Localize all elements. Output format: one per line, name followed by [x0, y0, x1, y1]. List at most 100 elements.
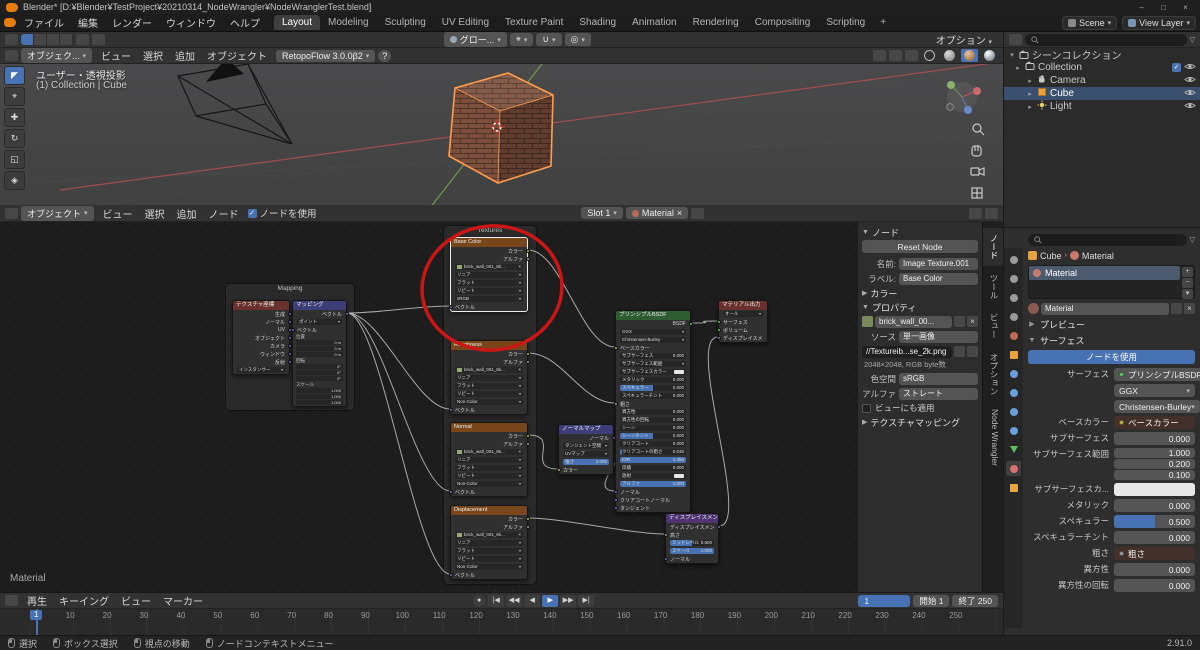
node-title[interactable]: Roughness	[451, 341, 527, 350]
filter-icon[interactable]: ▽	[1190, 36, 1195, 44]
playback-jump-end[interactable]: ▶|	[578, 595, 594, 607]
value-field-スペキュラーチント[interactable]: 0.000	[1114, 531, 1195, 544]
node-color-放射[interactable]: 放射	[616, 472, 690, 480]
input-socket[interactable]	[664, 557, 668, 561]
shader-type-dropdown[interactable]: オブジェクト▾	[21, 206, 94, 221]
node-slider-クリアコートの粗さ[interactable]: クリアコートの粗さ0.030	[616, 448, 690, 456]
node-image-texture-displacement[interactable]: Displacementカラーアルファbrick_wall_001_8k...×…	[450, 505, 528, 580]
material-name-field[interactable]: Material	[1041, 303, 1169, 315]
maximize-button[interactable]: □	[1155, 3, 1172, 12]
timeline-ruler[interactable]: 1102030405060708090100110120130140150160…	[0, 609, 1003, 636]
input-socket[interactable]	[717, 320, 721, 324]
node-title[interactable]: Displacement	[451, 506, 527, 515]
input-socket[interactable]	[449, 490, 453, 494]
value-field[interactable]: 0.100	[1114, 470, 1195, 480]
node-color-サブサーフェスカラー[interactable]: サブサーフェスカラー	[616, 368, 690, 376]
node-dropdown-オール[interactable]: オール▾	[719, 310, 767, 318]
properties-tab-particles[interactable]	[1006, 385, 1021, 400]
navigation-gizmo[interactable]	[947, 81, 981, 114]
node-dropdown-フラット[interactable]: フラット▾	[451, 547, 527, 555]
menu-レンダー[interactable]: レンダー	[105, 18, 159, 31]
colorspace-dropdown[interactable]: sRGB	[899, 373, 978, 385]
playhead-frame-badge[interactable]: 1	[30, 610, 42, 620]
retopoflow-button[interactable]: RetopoFlow 3.0.0β2▾	[276, 50, 375, 62]
input-socket[interactable]	[717, 336, 721, 340]
workspace-tab-modeling[interactable]: Modeling	[320, 15, 377, 30]
value-field-粗さ[interactable]: 粗さ	[1114, 547, 1195, 560]
node-image-texture-base-color[interactable]: Base Colorカラーアルファbrick_wall_001_8k...×リニ…	[450, 237, 528, 312]
node-principled-bsdf[interactable]: プリンシプルBSDFBSDFGGX▾Christensen-Burley▾ベース…	[615, 310, 691, 513]
input-socket[interactable]	[557, 468, 561, 472]
node-dropdown-リニア[interactable]: リニア▾	[451, 539, 527, 547]
sidebar-tab-node-wrangler[interactable]: Node Wrangler	[983, 403, 1003, 472]
tool-settings-icon[interactable]	[5, 34, 18, 45]
properties-section-header[interactable]: ▼プロパティ	[862, 300, 978, 314]
node-dropdown-フラット[interactable]: フラット▾	[451, 279, 527, 287]
select-tool-button[interactable]: ◤	[4, 66, 25, 85]
sidebar-tab-ビュー[interactable]: ビュー	[983, 307, 1003, 345]
minimize-button[interactable]: –	[1133, 3, 1150, 12]
playback-play[interactable]: ▶	[542, 595, 558, 607]
node-slider-強さ[interactable]: 強さ1.000	[559, 458, 613, 466]
editor-type-outliner-icon[interactable]	[1009, 34, 1022, 45]
scene-selector[interactable]: Scene▾	[1062, 16, 1117, 30]
outliner-search[interactable]	[1025, 34, 1187, 46]
menu-編集[interactable]: 編集	[71, 18, 105, 31]
node-dropdown-タンジェント空間[interactable]: タンジェント空間▾	[559, 442, 613, 450]
value-field-スペキュラー[interactable]: 0.500	[1114, 515, 1195, 528]
current-frame-field[interactable]: 1	[858, 595, 910, 607]
visibility-eye-icon[interactable]	[1184, 62, 1196, 74]
use-nodes-button[interactable]: ノードを使用	[1028, 350, 1195, 364]
input-socket[interactable]	[449, 305, 453, 309]
filter-icon[interactable]: ▽	[1190, 236, 1195, 244]
playback-prev-frame[interactable]: ◀	[524, 595, 540, 607]
help-button[interactable]: ?	[378, 50, 391, 62]
frame-start-field[interactable]: 開始 1	[913, 595, 949, 607]
node-dropdown-sRGB[interactable]: sRGB▾	[451, 295, 527, 303]
zoom-icon[interactable]	[973, 124, 984, 135]
node-title[interactable]: Base Color	[451, 238, 527, 247]
color-section-header[interactable]: ▶カラー	[862, 286, 978, 300]
playback-jump-start[interactable]: |◀	[488, 595, 504, 607]
alpha-dropdown[interactable]: ストレート	[899, 388, 978, 400]
camera-view-icon[interactable]	[971, 168, 984, 175]
breadcrumb-object[interactable]: Cube	[1040, 251, 1062, 261]
value-field-サブサーフェス[interactable]: 0.000	[1114, 432, 1195, 445]
node-slider-シーン[interactable]: シーン0.000	[616, 424, 690, 432]
select-tool-group[interactable]	[21, 34, 73, 45]
viewport-menu-ビュー[interactable]: ビュー	[95, 51, 137, 64]
output-socket[interactable]	[526, 434, 530, 438]
value-field-サーフェス[interactable]: プリンシプルBSDF	[1114, 368, 1200, 381]
frame-end-field[interactable]: 終了 250	[952, 595, 998, 607]
node-menu-追加[interactable]: 追加	[171, 209, 203, 222]
value-field-サブサーフェスカ...[interactable]	[1114, 483, 1195, 496]
timeline-menu-マーカー[interactable]: マーカー	[157, 596, 209, 609]
visibility-eye-icon[interactable]	[1184, 101, 1196, 113]
proportional-edit-dropdown[interactable]: ◎▾	[565, 33, 591, 46]
workspace-tab-layout[interactable]: Layout	[274, 15, 320, 30]
output-socket[interactable]	[689, 322, 693, 326]
transform-orientation-dropdown[interactable]: グロー...▾	[444, 32, 507, 47]
view-layer-selector[interactable]: View Layer▾	[1122, 16, 1196, 30]
shader-node-editor[interactable]: MappingTexturesテクスチャ座標生成ノーマルUVオブジェクトカメラウ…	[0, 222, 1003, 592]
value-field-異方性の回転[interactable]: 0.000	[1114, 579, 1195, 592]
output-socket[interactable]	[526, 517, 530, 521]
viewport-menu-オブジェクト[interactable]: オブジェクト	[201, 51, 273, 64]
value-field-GGX[interactable]: GGX▾	[1114, 384, 1195, 397]
unlink-material-icon[interactable]: ×	[1184, 303, 1195, 314]
viewport-menu-追加[interactable]: 追加	[169, 51, 201, 64]
node-dropdown-サブサーフェス範囲[interactable]: サブサーフェス範囲▾	[616, 360, 690, 368]
shading-material-icon[interactable]	[961, 49, 978, 62]
cursor-tool-icon[interactable]	[76, 34, 89, 45]
node-slider-クリアコート[interactable]: クリアコート0.000	[616, 440, 690, 448]
workspace-tab-rendering[interactable]: Rendering	[685, 15, 747, 30]
xray-toggle-icon[interactable]	[905, 50, 918, 61]
sidebar-tab-ツール[interactable]: ツール	[983, 268, 1003, 306]
menu-ヘルプ[interactable]: ヘルプ	[223, 18, 267, 31]
workspace-tab-shading[interactable]: Shading	[571, 15, 624, 30]
menu-ウィンドウ[interactable]: ウィンドウ	[159, 18, 223, 31]
workspace-tab-animation[interactable]: Animation	[624, 15, 684, 30]
properties-tab-constraints[interactable]	[1006, 423, 1021, 438]
node-image-selector[interactable]: brick_wall_001_8k...×	[451, 366, 527, 374]
breadcrumb-data[interactable]: Material	[1082, 251, 1114, 261]
